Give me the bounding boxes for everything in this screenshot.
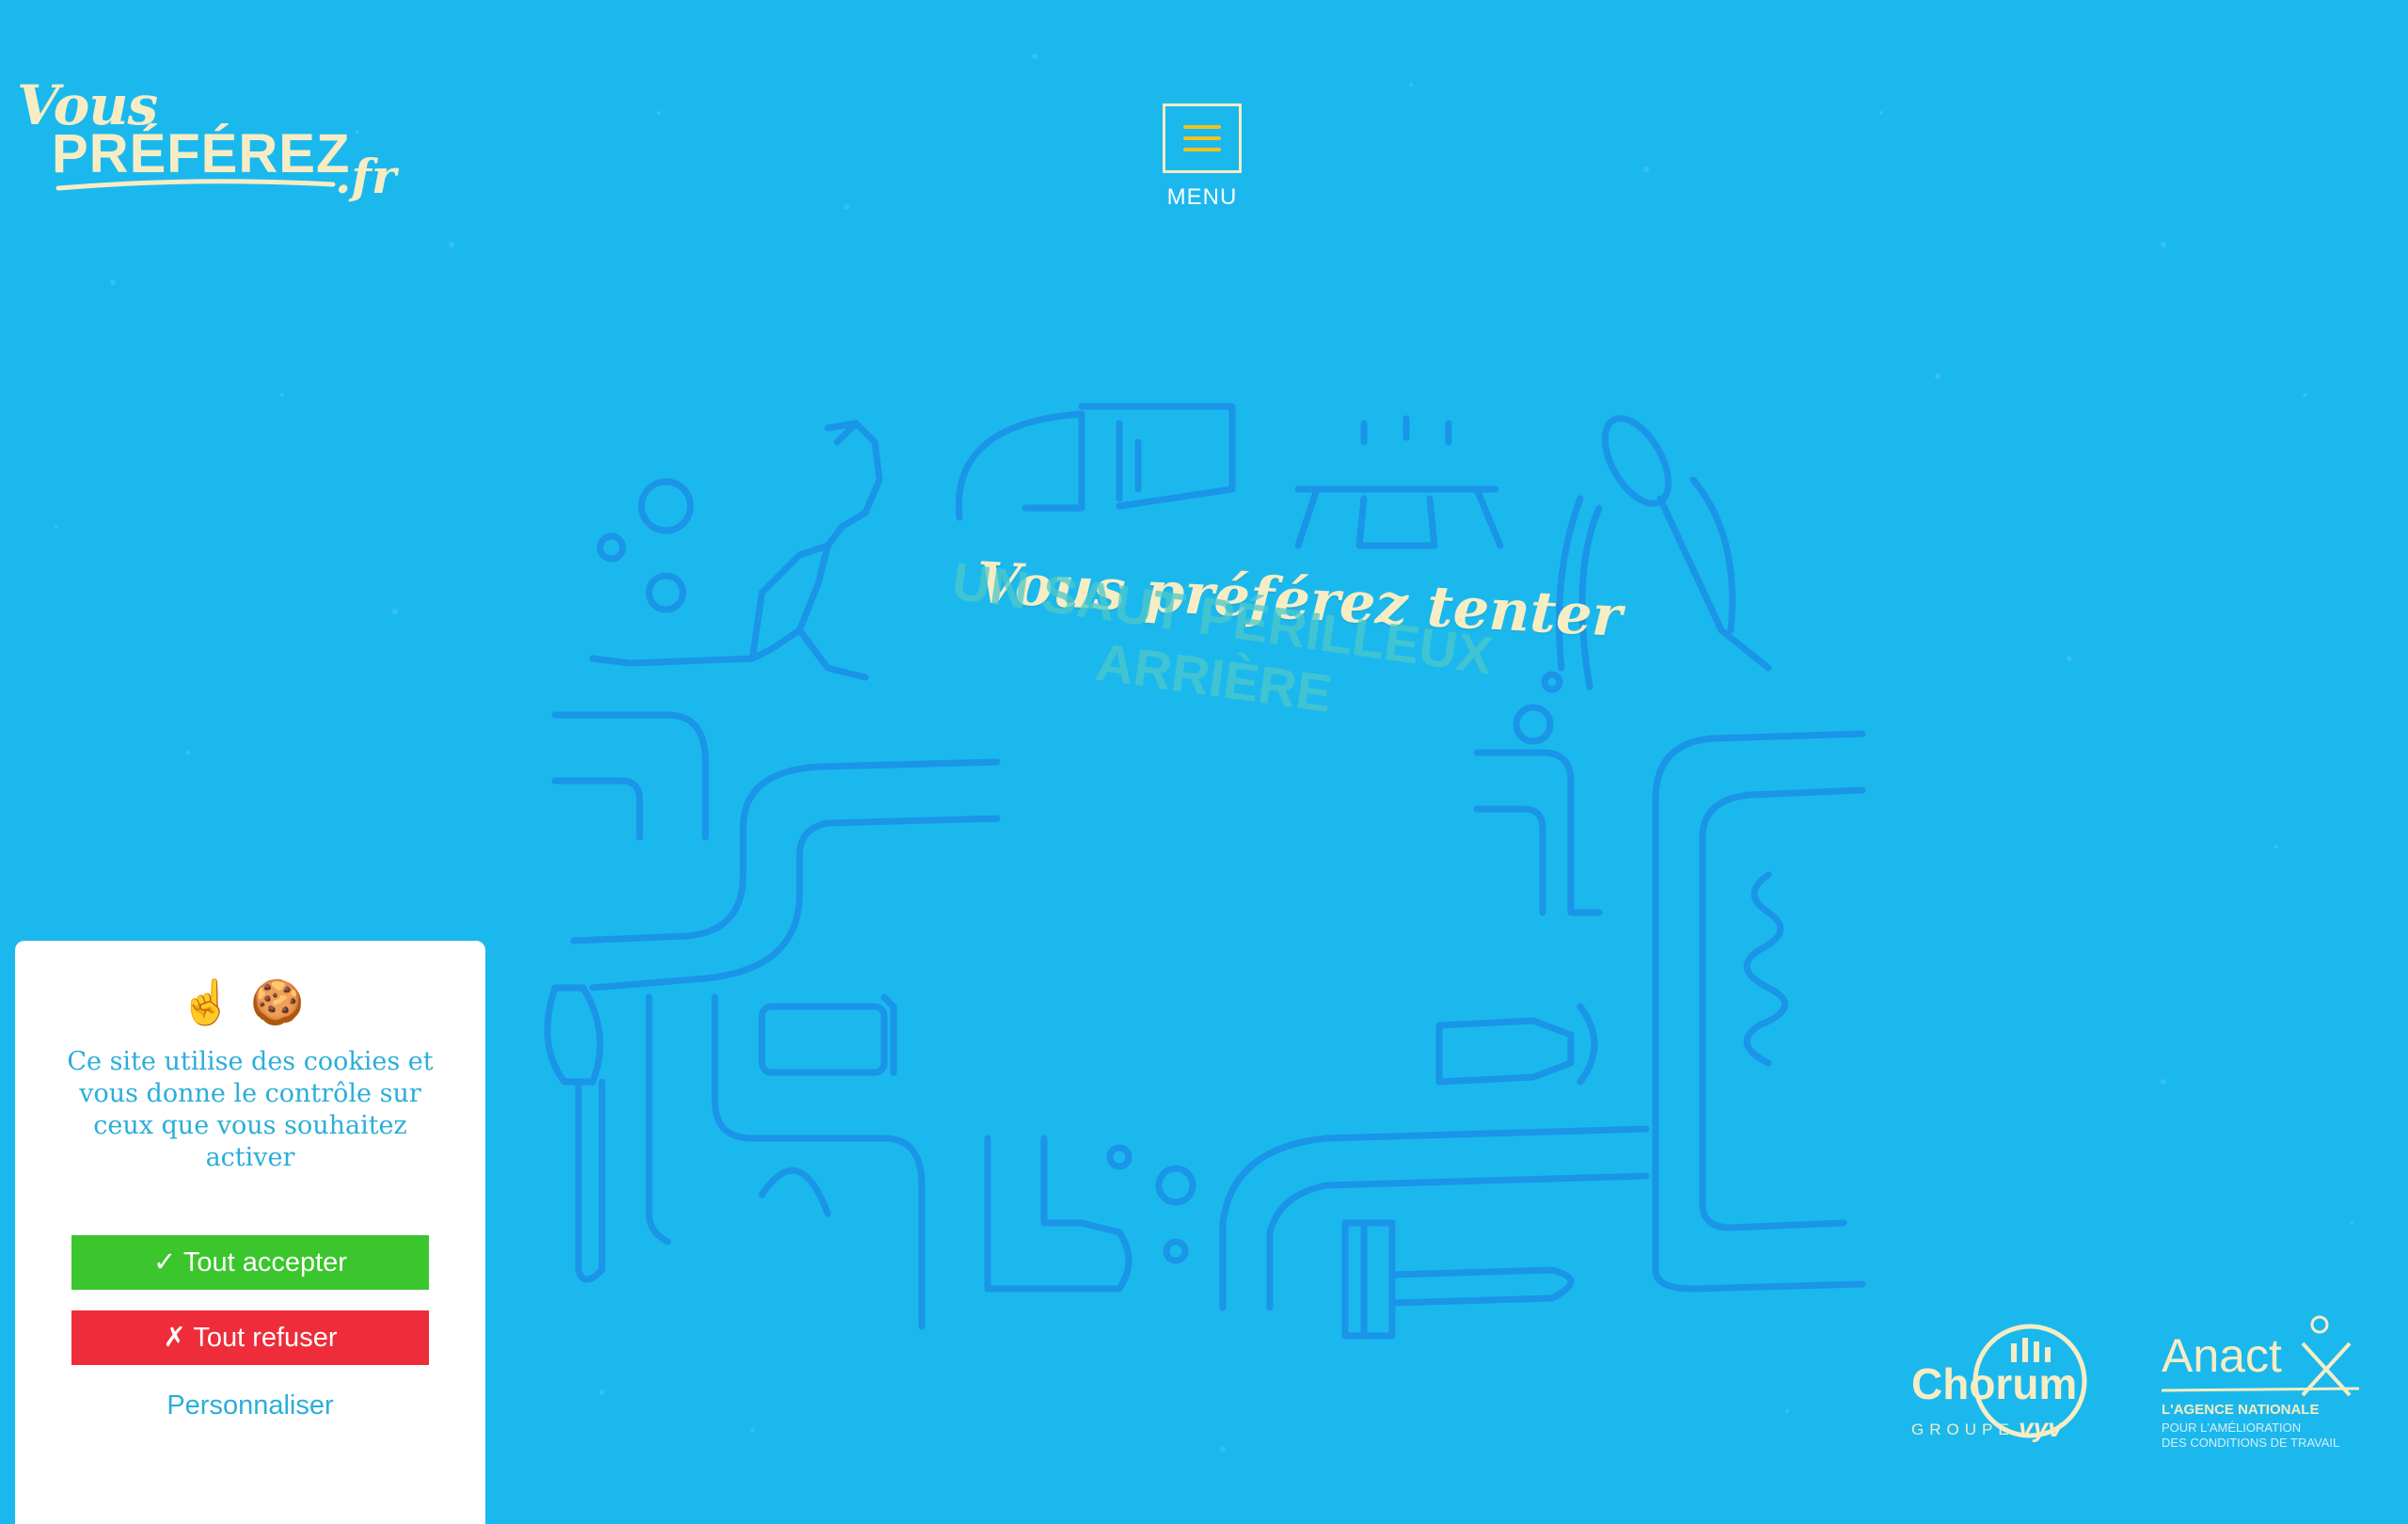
anact-tagline-1: L'AGENCE NATIONALE: [2162, 1402, 2320, 1418]
anact-tagline-3: DES CONDITIONS DE TRAVAIL: [2162, 1436, 2340, 1450]
anact-name: Anact: [2162, 1329, 2282, 1382]
hero-illustration: [544, 403, 1866, 1340]
chorum-vyv: vyv: [2019, 1413, 2063, 1442]
chorum-logo[interactable]: Chorum GROUPE vyv: [1908, 1315, 2105, 1447]
toothbrush-drawing: [544, 984, 606, 1283]
cookie-emoji-icons: ☝️🍪: [179, 977, 322, 1026]
bubbles-left: [596, 478, 694, 613]
razor-drawing: [1341, 1219, 1575, 1340]
trampoline-drawing: [1294, 415, 1504, 549]
refuse-all-button[interactable]: ✗ Tout refuser: [71, 1310, 429, 1365]
hamburger-icon: [1183, 118, 1221, 159]
accept-all-button[interactable]: ✓ Tout accepter: [71, 1235, 429, 1290]
tap-drawing: [955, 403, 1236, 521]
anact-logo[interactable]: Anact L'AGENCE NATIONALE POUR L'AMÉLIORA…: [2162, 1315, 2378, 1456]
pipe-left: [551, 711, 1001, 992]
anact-tagline-2: POUR L'AMÉLIORATION: [2162, 1421, 2302, 1435]
menu-button[interactable]: [1163, 103, 1242, 173]
soap-drawing: [758, 993, 897, 1076]
pipe-bottom-right: [1219, 1125, 1650, 1311]
menu-label[interactable]: MENU: [1129, 184, 1275, 211]
site-logo[interactable]: Vous PRÉFÉREZ .fr: [17, 73, 397, 205]
chorum-groupe: GROUPE: [1911, 1421, 2015, 1438]
customize-link[interactable]: Personnaliser: [15, 1390, 485, 1421]
glass-drawing: [1435, 1003, 1598, 1086]
spring-drawing: [1743, 871, 1789, 1067]
hand-drawing: [984, 1135, 1196, 1293]
kangaroo-drawing: [589, 420, 883, 681]
pipe-right: [1473, 730, 1866, 1293]
chorum-name: Chorum: [1911, 1359, 2078, 1408]
logo-underline: [55, 179, 336, 191]
cookie-message: Ce site utilise des cookies et vous donn…: [67, 1047, 434, 1172]
logo-fr: .fr: [335, 149, 397, 204]
cookie-consent-panel: ☝️🍪 Ce site utilise des cookies et vous …: [15, 941, 485, 1524]
